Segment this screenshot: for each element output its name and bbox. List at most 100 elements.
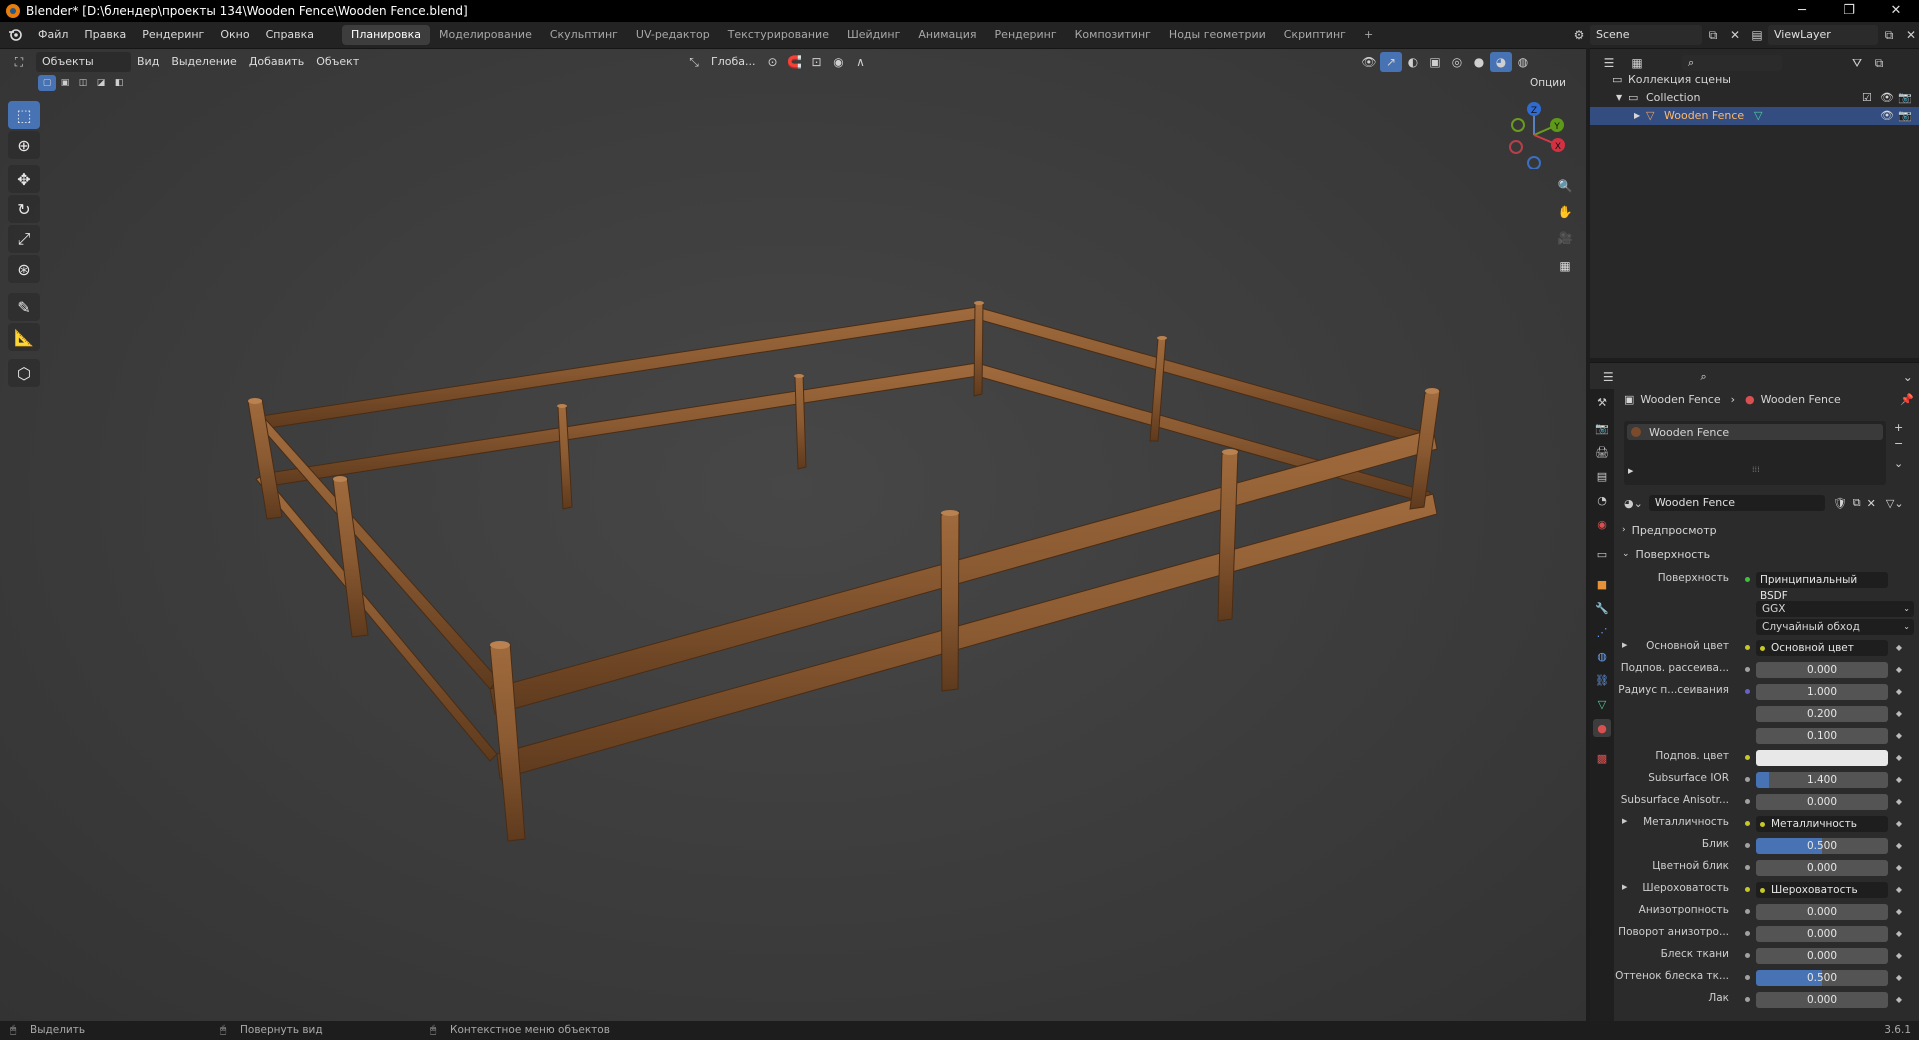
linked-socket-field[interactable]: Основной цвет [1756,640,1888,656]
keyframe-icon[interactable]: ◆ [1894,970,1904,986]
blender-menu-icon[interactable] [0,22,30,48]
surface-shader-field[interactable]: Принципиальный BSDF [1756,572,1888,602]
slot-specials-icon[interactable]: ⌄ [1894,457,1903,470]
minimize-button[interactable]: ─ [1779,0,1825,22]
workspace-tab-geometry-nodes[interactable]: Ноды геометрии [1160,25,1275,45]
collection-visibility-icon[interactable]: 👁 [1880,89,1894,107]
number-field[interactable]: 0.000 [1756,904,1888,920]
keyframe-icon[interactable]: ◆ [1894,750,1904,766]
keyframe-icon[interactable]: ◆ [1894,904,1904,920]
tool-tab-icon[interactable]: ⚒ [1593,393,1611,411]
select-intersect-icon[interactable]: ◧ [110,75,128,91]
keyframe-icon[interactable]: ◆ [1894,706,1904,722]
number-field[interactable]: 0.000 [1756,860,1888,876]
outliner-search-icon[interactable]: ⌕ [1682,55,1782,71]
outliner-row-collection[interactable]: ▼ ▭ Collection ☑ 👁 📷 [1590,89,1919,107]
socket-icon[interactable] [1740,684,1754,698]
socket-icon[interactable] [1740,838,1754,852]
collection-render-icon[interactable]: 📷 [1898,89,1912,107]
keyframe-icon[interactable]: ◆ [1894,838,1904,854]
close-button[interactable]: ✕ [1873,0,1919,22]
unlink-material-icon[interactable]: ✕ [1867,497,1876,510]
falloff-icon[interactable]: ∧ [849,52,871,72]
workspace-tab-modeling[interactable]: Моделирование [430,25,541,45]
keyframe-icon[interactable]: ◆ [1894,662,1904,678]
duplicate-material-icon[interactable]: ⧉ [1853,496,1861,510]
socket-icon[interactable] [1740,970,1754,984]
select-invert-icon[interactable]: ◪ [92,75,110,91]
exclude-checkbox[interactable]: ☑ [1862,89,1872,107]
workspace-tab-rendering[interactable]: Рендеринг [986,25,1066,45]
browse-material-icon[interactable]: ◕⌄ [1624,497,1643,510]
linked-socket-field[interactable]: Металличность [1756,816,1888,832]
options-dropdown[interactable]: Опции [1524,73,1572,93]
keyframe-icon[interactable]: ◆ [1894,684,1904,700]
viewport-menu-view[interactable]: Вид [131,52,165,72]
list-expand-icon[interactable]: ▶ [1628,467,1633,475]
number-field[interactable]: 0.500 [1756,970,1888,986]
properties-options-icon[interactable]: ⌄ [1897,367,1918,387]
outliner-row-scene-collection[interactable]: ▭ Коллекция сцены [1590,71,1919,89]
socket-icon[interactable] [1740,750,1754,764]
socket-icon[interactable] [1740,926,1754,940]
workspace-tab-scripting[interactable]: Скриптинг [1275,25,1355,45]
collapse-arrow-icon[interactable]: ▼ [1616,89,1622,107]
navigation-gizmo[interactable]: Z Y X [1502,101,1566,169]
viewport-menu-add[interactable]: Добавить [243,52,310,72]
color-swatch[interactable] [1756,750,1888,766]
move-tool[interactable]: ✥ [8,165,40,193]
workspace-tab-layout[interactable]: Планировка [342,25,431,45]
keyframe-icon[interactable]: ◆ [1894,948,1904,964]
number-field[interactable]: 0.000 [1756,992,1888,1008]
menu-window[interactable]: Окно [212,22,257,48]
new-scene-icon[interactable]: ⧉ [1702,25,1724,45]
display-mode-icon[interactable]: ▦ [1626,53,1648,73]
socket-icon[interactable] [1740,948,1754,962]
menu-edit[interactable]: Правка [76,22,134,48]
visibility-icon[interactable]: 👁 [1358,52,1380,72]
object-visibility-icon[interactable]: 👁 [1880,107,1894,125]
proportional-edit-icon[interactable]: ◉ [827,52,849,72]
properties-editor-type-icon[interactable]: ☰ [1598,367,1619,387]
maximize-button[interactable]: ❐ [1826,0,1872,22]
socket-icon[interactable] [1740,860,1754,874]
add-workspace-button[interactable]: + [1355,25,1382,45]
number-field[interactable]: 1.400 [1756,772,1888,788]
socket-icon[interactable] [1740,640,1754,654]
number-field[interactable]: 0.000 [1756,794,1888,810]
workspace-tab-compositing[interactable]: Композитинг [1066,25,1160,45]
menu-render[interactable]: Рендеринг [134,22,212,48]
measure-tool[interactable]: 📐 [8,323,40,351]
delete-view-layer-icon[interactable]: ✕ [1900,25,1919,45]
mode-selector[interactable]: Объекты [36,52,131,72]
keyframe-icon[interactable]: ◆ [1894,882,1904,898]
outliner-editor-type-icon[interactable]: ☰ [1598,53,1620,73]
workspace-tab-shading[interactable]: Шейдинг [838,25,909,45]
workspace-tab-sculpting[interactable]: Скульптинг [541,25,627,45]
workspace-tab-animation[interactable]: Анимация [909,25,985,45]
new-collection-icon[interactable]: ⧉ [1868,53,1890,73]
mesh-data-icon[interactable]: ▽ [1754,107,1762,125]
world-tab-icon[interactable]: ◉ [1593,515,1611,533]
material-name-field[interactable]: Wooden Fence [1648,495,1825,511]
number-field[interactable]: 0.000 [1756,926,1888,942]
snap-target-icon[interactable]: ⊡ [805,52,827,72]
camera-view-icon[interactable]: 🎥 [1554,227,1576,249]
menu-help[interactable]: Справка [258,22,322,48]
editor-type-icon[interactable]: ⛶ [8,52,30,72]
number-field[interactable]: 0.000 [1756,662,1888,678]
viewport-menu-object[interactable]: Объект [310,52,365,72]
number-field[interactable]: 0.200 [1756,706,1888,722]
distribution-dropdown[interactable]: GGX ⌄ [1756,601,1914,617]
link-type-icon[interactable]: ▽⌄ [1886,497,1904,510]
viewport-menu-select[interactable]: Выделение [165,52,243,72]
material-slot-item[interactable]: Wooden Fence [1627,424,1883,440]
socket-icon[interactable] [1740,992,1754,1006]
xray-icon[interactable]: ▣ [1424,52,1446,72]
add-slot-icon[interactable]: + [1894,421,1903,434]
3d-viewport[interactable]: ⛶ Объекты Вид Выделение Добавить Объект … [0,48,1586,1021]
select-new-icon[interactable]: ▢ [38,75,56,91]
transform-tool[interactable]: ⊛ [8,255,40,283]
select-subtract-icon[interactable]: ◫ [74,75,92,91]
render-tab-icon[interactable]: 📷 [1593,419,1611,437]
